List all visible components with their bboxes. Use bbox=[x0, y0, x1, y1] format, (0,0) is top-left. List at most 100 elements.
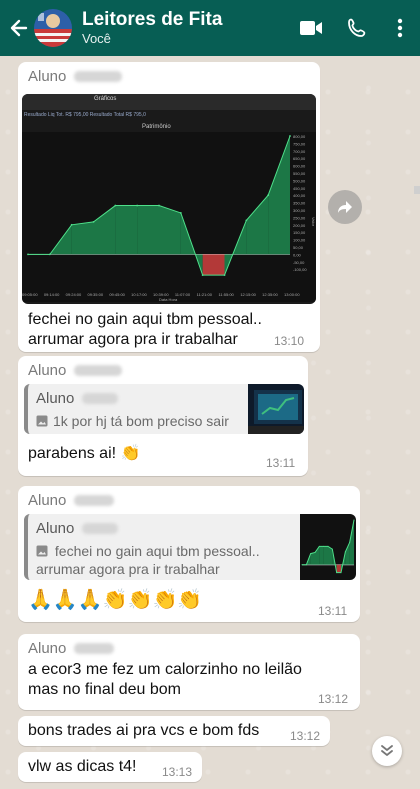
chart-x-axis-label: Data Hora bbox=[159, 297, 178, 302]
chart-area-segment bbox=[71, 221, 94, 255]
message-time: 13:11 bbox=[266, 456, 296, 470]
quoted-thumbnail bbox=[300, 514, 356, 580]
message-text: vlw as dicas t4! bbox=[28, 758, 137, 775]
menu-button[interactable] bbox=[380, 0, 420, 56]
redacted-name bbox=[74, 643, 115, 654]
message-text: 🙏🙏🙏👏👏👏👏 bbox=[28, 589, 203, 611]
chart-point bbox=[353, 519, 355, 521]
chat-header: Leitores de Fita Você bbox=[0, 0, 420, 56]
quoted-message[interactable]: Aluno 1k por hj tá bom preciso sair bbox=[24, 384, 304, 434]
chart-area-segment bbox=[137, 205, 159, 255]
chart-y-tick-label: 200,00 bbox=[293, 223, 306, 228]
redacted-name bbox=[82, 393, 119, 404]
arrow-left-icon bbox=[10, 19, 28, 37]
voice-call-button[interactable] bbox=[334, 0, 380, 56]
message-time: 13:11 bbox=[318, 604, 348, 618]
chart-y-tick-label: 250,00 bbox=[293, 215, 306, 220]
chat-area[interactable]: Aluno Gráficos Resultado Liq Tot. R$ 795… bbox=[0, 56, 420, 789]
sender-name: Aluno bbox=[28, 68, 67, 85]
edge-handle bbox=[414, 186, 420, 194]
chart-x-tick-label: 10:17:00 bbox=[131, 292, 147, 297]
chart-x-tick-label: 09:24:00 bbox=[66, 292, 82, 297]
message-bubble[interactable]: Aluno a ecor3 me fez um calorzinho no le… bbox=[18, 634, 360, 710]
message-bubble[interactable]: Aluno Aluno 1k por hj tá bom preciso sai… bbox=[18, 356, 308, 476]
forward-button[interactable] bbox=[328, 190, 362, 224]
chart-area-segment bbox=[202, 254, 225, 276]
quoted-sender-name: Aluno bbox=[36, 520, 75, 537]
message-sender: Aluno bbox=[28, 68, 123, 85]
sender-name: Aluno bbox=[28, 640, 67, 657]
chart-y-tick-label: 750,00 bbox=[293, 141, 306, 146]
chart-y-tick-label: -100,00 bbox=[293, 267, 307, 272]
chart-point bbox=[289, 135, 291, 137]
group-avatar[interactable] bbox=[34, 9, 72, 47]
redacted-name bbox=[82, 523, 119, 534]
redacted-name bbox=[74, 71, 123, 82]
message-bubble[interactable]: Aluno Aluno fechei no gain aqui tbm pess… bbox=[18, 486, 360, 622]
chart-point bbox=[327, 545, 329, 547]
quoted-sender-name: Aluno bbox=[36, 390, 75, 407]
image-topbar bbox=[22, 94, 316, 110]
chart-area-segment bbox=[115, 205, 138, 255]
quoted-text-row: 1k por hj tá bom preciso sair bbox=[36, 412, 229, 430]
chart-area-segment bbox=[310, 552, 315, 565]
quoted-thumbnail bbox=[248, 384, 304, 434]
chart-x-tick-label: 09:14:00 bbox=[44, 292, 60, 297]
chart-y-tick-label: 0,00 bbox=[293, 252, 302, 257]
chart-y-axis-label: Valor bbox=[311, 217, 316, 227]
chart-point bbox=[179, 212, 182, 214]
group-avatar-image bbox=[34, 9, 72, 47]
video-call-button[interactable] bbox=[288, 0, 334, 56]
redacted-name bbox=[74, 495, 115, 506]
chart-x-tick-label: 11:21:00 bbox=[197, 292, 213, 297]
chart-point bbox=[301, 564, 303, 566]
sender-name: Aluno bbox=[28, 492, 67, 509]
forward-arrow-icon bbox=[338, 201, 352, 213]
group-title: Leitores de Fita bbox=[82, 9, 223, 30]
chart-point bbox=[318, 545, 320, 547]
equity-chart: 800,00 750,00 700,00 650,00 600,00 550,00 500,… bbox=[22, 132, 316, 302]
message-bubble[interactable]: bons trades ai pra vcs e bom fds 13:12 bbox=[18, 716, 330, 746]
chart-y-tick-label: 450,00 bbox=[293, 186, 306, 191]
message-image[interactable]: Gráficos Resultado Liq Tot. R$ 795,00 Re… bbox=[22, 94, 316, 304]
quoted-text: 1k por hj tá bom preciso sair bbox=[53, 413, 229, 429]
message-sender: Aluno bbox=[28, 640, 115, 657]
chart-point bbox=[310, 553, 312, 555]
message-bubble[interactable]: Aluno Gráficos Resultado Liq Tot. R$ 795… bbox=[18, 62, 320, 352]
chart-y-tick-label: 350,00 bbox=[293, 201, 306, 206]
chart-x-tick-label: 09:05:00 bbox=[22, 292, 38, 297]
double-chevron-down-icon bbox=[381, 745, 393, 756]
message-time: 13:13 bbox=[162, 765, 193, 779]
message-time: 13:12 bbox=[318, 692, 349, 706]
chart-x-tick-label: 11:55:00 bbox=[219, 292, 235, 297]
message-text: fechei no gain aqui tbm pessoal.. arruma… bbox=[28, 311, 262, 348]
chart-y-tick-label: 650,00 bbox=[293, 156, 306, 161]
chart-point bbox=[349, 541, 351, 543]
chart-y-tick-label: 50,00 bbox=[293, 245, 304, 250]
chart-point bbox=[336, 572, 338, 574]
chart-point bbox=[201, 274, 204, 277]
header-titles[interactable]: Leitores de Fita Você bbox=[82, 9, 288, 47]
message-text: a ecor3 me fez um calorzinho no leilão m… bbox=[28, 661, 302, 698]
quoted-text: fechei no gain aqui tbm pessoal.. arruma… bbox=[36, 543, 260, 577]
chart-y-tick-label: 550,00 bbox=[293, 171, 306, 176]
chart-y-tick-label: 300,00 bbox=[293, 208, 306, 213]
chart-point bbox=[114, 204, 117, 207]
chart-y-tick-label: 400,00 bbox=[293, 193, 306, 198]
chart-y-tick-label: -50,00 bbox=[293, 260, 305, 265]
chart-x-tick-label: 13:00:00 bbox=[284, 292, 300, 297]
scroll-to-bottom-button[interactable] bbox=[372, 736, 402, 766]
quoted-sender: Aluno bbox=[36, 390, 119, 407]
message-bubble[interactable]: vlw as dicas t4! 13:13 bbox=[18, 752, 202, 782]
quoted-message[interactable]: Aluno fechei no gain aqui tbm pessoal.. … bbox=[24, 514, 356, 580]
chart-point bbox=[305, 564, 307, 566]
back-button[interactable] bbox=[4, 0, 34, 56]
chart-y-tick-label: 150,00 bbox=[293, 230, 306, 235]
chart-point bbox=[331, 548, 333, 550]
message-sender: Aluno bbox=[28, 362, 123, 379]
chart-point bbox=[48, 253, 51, 256]
message-time: 13:12 bbox=[290, 729, 321, 743]
group-subtitle: Você bbox=[82, 31, 111, 46]
chart-x-tick-label: 12:15:00 bbox=[240, 292, 256, 297]
chart-point bbox=[314, 551, 316, 553]
